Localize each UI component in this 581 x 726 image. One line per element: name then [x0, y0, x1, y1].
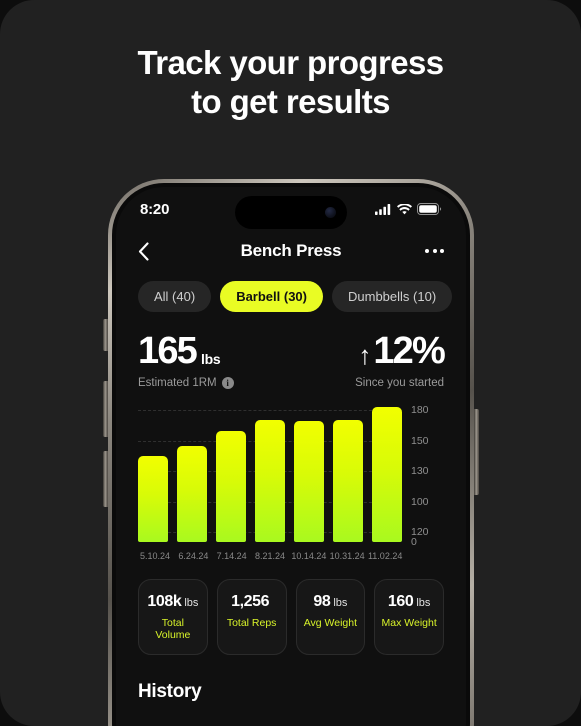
status-bar: 8:20: [116, 187, 466, 231]
progress-change-block: ↑ 12% Since you started: [355, 330, 446, 389]
chart-x-tick-label: 11.02.24: [367, 551, 403, 561]
stat-unit: lbs: [184, 597, 199, 609]
stat-card-max-weight[interactable]: 160 lbs Max Weight: [374, 579, 444, 655]
wifi-icon: [397, 203, 412, 214]
chart-bar[interactable]: [216, 430, 246, 542]
page-title: Bench Press: [240, 241, 342, 260]
phone-screen: 8:20 Bench Press All (40) Barbell (30) D…: [116, 187, 466, 726]
stat-unit: lbs: [333, 597, 348, 609]
chart-x-tick-label: 6.24.24: [178, 551, 209, 561]
chart-y-tick-label: 100: [411, 495, 429, 508]
stat-card-value-row: 108k lbs: [145, 593, 201, 611]
chart-x-tick-label: 7.14.24: [216, 551, 247, 561]
headline-line-1: Track your progress: [137, 44, 445, 81]
progress-change-row: ↑ 12%: [355, 330, 445, 372]
filter-chip-dumbbells[interactable]: Dumbbells (10): [332, 281, 453, 312]
one-rep-max-value-row: 165 lbs: [138, 332, 355, 370]
chart-y-axis: 180 150 130 100 120 0: [402, 403, 448, 548]
progress-change-caption: Since you started: [355, 377, 444, 389]
chart-y-tick-label: 130: [411, 465, 429, 478]
progress-change-value: 12%: [373, 330, 445, 372]
ellipsis-icon: [425, 249, 429, 253]
history-section-title: History: [138, 681, 202, 702]
status-icons: [375, 203, 442, 215]
chart-bar[interactable]: [372, 407, 402, 542]
filter-chip-group: All (40) Barbell (30) Dumbbells (10): [116, 271, 466, 312]
power-button[interactable]: [474, 409, 479, 495]
chart-bar[interactable]: [294, 421, 324, 542]
stat-unit: lbs: [416, 597, 431, 609]
more-options-button[interactable]: [425, 249, 444, 253]
cellular-bars-icon: [375, 203, 391, 215]
stat-label: Max Weight: [381, 617, 437, 629]
progress-chart: 180 150 130 100 120 0: [116, 389, 466, 548]
headline-line-2: to get results: [191, 82, 390, 120]
dynamic-island: [235, 196, 347, 229]
one-rep-max-caption: Estimated 1RM: [138, 377, 217, 389]
volume-up-button[interactable]: [103, 381, 108, 437]
summary-stat-cards: 108k lbs Total Volume 1,256 Total Reps 9…: [116, 561, 466, 655]
arrow-up-icon: ↑: [358, 340, 371, 370]
stat-card-avg-weight[interactable]: 98 lbs Avg Weight: [295, 579, 366, 655]
stat-card-value-row: 160 lbs: [381, 593, 437, 611]
chart-x-tick-label: 10.31.24: [329, 551, 365, 561]
volume-down-button[interactable]: [103, 451, 108, 507]
filter-chip-barbell[interactable]: Barbell (30): [220, 281, 323, 312]
chart-plot-area: [138, 403, 402, 542]
chart-bar[interactable]: [138, 455, 168, 542]
phone-bezel: 8:20 Bench Press All (40) Barbell (30) D…: [112, 183, 470, 726]
chevron-left-icon: [138, 241, 149, 261]
one-rep-max-unit: lbs: [201, 351, 221, 367]
filter-chip-all[interactable]: All (40): [138, 281, 212, 312]
info-icon[interactable]: i: [221, 377, 234, 389]
chart-x-tick-label: 10.14.24: [291, 551, 327, 561]
one-rep-max-caption-row: Estimated 1RM i: [138, 377, 355, 389]
stat-card-value-row: 1,256: [224, 593, 280, 611]
hero-stats: 165 lbs Estimated 1RM i ↑ 12% Since you …: [116, 312, 466, 389]
promo-page: Track your progress to get results 8:20: [0, 0, 581, 726]
back-button[interactable]: [138, 241, 149, 261]
one-rep-max-block: 165 lbs Estimated 1RM i: [138, 332, 355, 389]
one-rep-max-value: 165: [138, 330, 198, 372]
silent-switch-button[interactable]: [103, 319, 108, 351]
chart-y-tick-label: 0: [411, 536, 417, 548]
stat-value: 98: [313, 593, 331, 610]
stat-value: 108k: [147, 593, 182, 610]
stat-value: 1,256: [231, 593, 270, 610]
stat-label: Total Reps: [226, 617, 277, 629]
chart-bar[interactable]: [177, 446, 207, 542]
chart-bars: [138, 403, 402, 542]
page-headline: Track your progress to get results: [0, 44, 581, 122]
status-time: 8:20: [140, 200, 170, 218]
chart-x-tick-label: 8.21.24: [254, 551, 285, 561]
nav-bar: Bench Press: [116, 231, 466, 271]
chart-y-tick-label: 150: [411, 434, 429, 447]
front-camera-icon: [325, 207, 336, 218]
stat-card-total-volume[interactable]: 108k lbs Total Volume: [138, 579, 208, 655]
chart-x-tick-label: 5.10.24: [139, 551, 171, 561]
stat-value: 160: [387, 593, 414, 610]
phone-mockup: 8:20 Bench Press All (40) Barbell (30) D…: [103, 179, 479, 726]
stat-label: Total Volume: [155, 617, 191, 641]
battery-icon: [417, 203, 442, 215]
stat-label: Avg Weight: [303, 617, 358, 629]
stat-card-total-reps[interactable]: 1,256 Total Reps: [216, 579, 287, 655]
chart-bar[interactable]: [255, 419, 285, 542]
chart-y-tick-label: 180: [411, 403, 429, 416]
chart-bar[interactable]: [333, 419, 363, 542]
stat-card-value-row: 98 lbs: [303, 593, 359, 611]
